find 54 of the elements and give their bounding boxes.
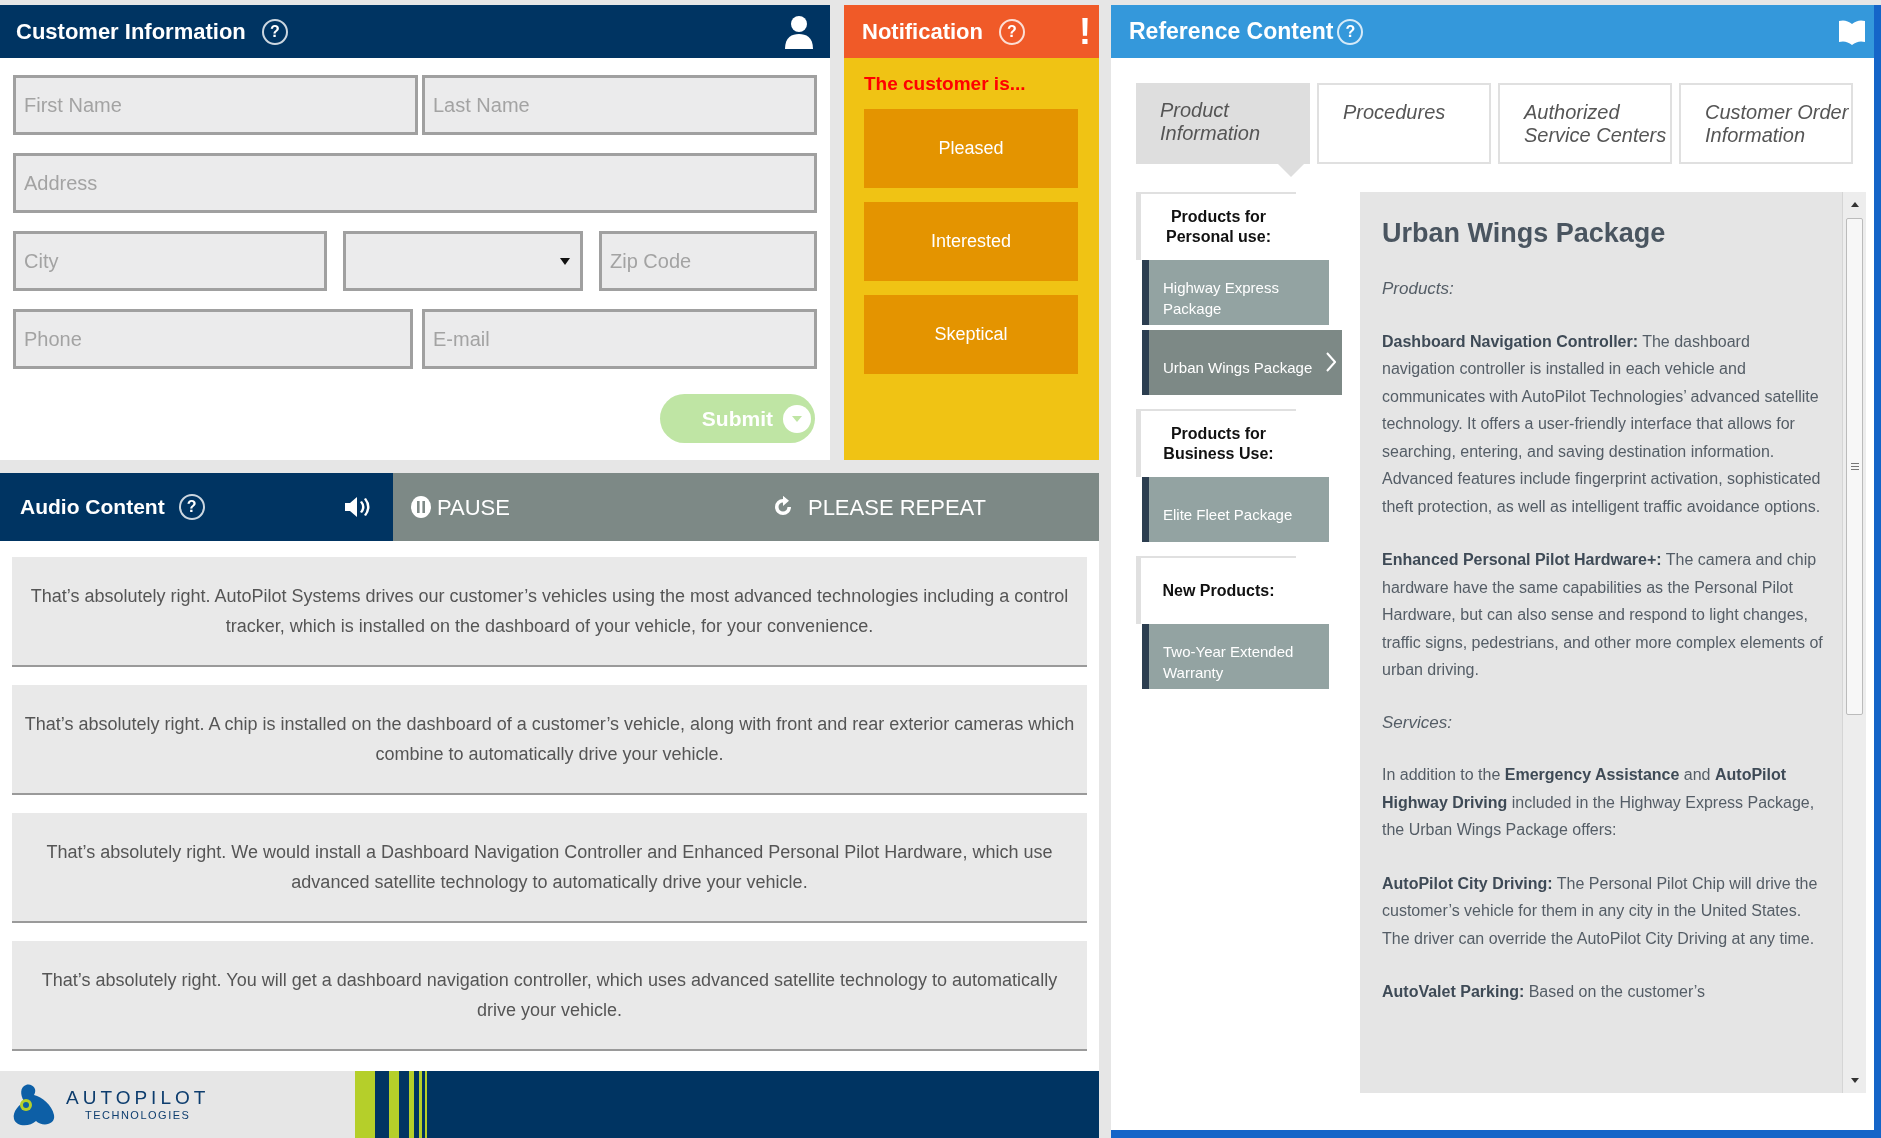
notification-prompt: The customer is... [863, 72, 1027, 96]
paragraph: Dashboard Navigation Controller: The dashboard navigation controller is installed in each vehicle and communicates with AutoPilot Technologies’ advanced satellite technology. It offers a user-friendly interface that allows for searching, entering, and saving destination information. Advanced features include fingerprint activation, sophisticated theft protection, as well as intelligent traffic avoidance options. [1382, 331, 1822, 517]
sidebar-item[interactable]: Elite Fleet Package [1142, 477, 1329, 542]
sidebar-item[interactable]: Highway Express Package [1142, 260, 1329, 325]
paragraph: AutoPilot City Driving: The Personal Pilot Chip will drive the customer’s vehicle for them in any city in the United States. The driver can override the AutoPilot City Driving at any time. [1382, 873, 1819, 949]
help-icon[interactable]: ? [178, 494, 205, 520]
help-icon[interactable]: ? [261, 18, 288, 45]
repeat-button[interactable]: PLEASE REPEAT [771, 490, 987, 524]
input-field[interactable]: Address [13, 153, 817, 213]
sentiment-button[interactable]: Interested [864, 201, 1078, 281]
input-field[interactable]: First Name [13, 75, 418, 135]
tab[interactable]: Product Information [1136, 83, 1310, 164]
sidebar-item[interactable]: Two-Year Extended Warranty [1142, 624, 1329, 689]
paragraph: In addition to the Emergency Assistance and AutoPilot Highway Driving included in the Highway Express Package, the Urban Wings Package offers: [1382, 765, 1816, 840]
tab[interactable]: Authorized Service Centers [1498, 83, 1672, 164]
pause-icon [411, 496, 431, 518]
sentiment-button[interactable]: Pleased [864, 108, 1078, 188]
input-field[interactable]: Last Name [422, 75, 817, 135]
input-field[interactable]: E-mail [422, 309, 817, 369]
paragraph: AutoValet Parking: Based on the customer’s [1382, 982, 1707, 1002]
caret-icon [783, 404, 811, 433]
panel-title: Notification [862, 18, 983, 46]
input-field[interactable]: Phone [13, 309, 413, 369]
response-option[interactable]: That’s absolutely right. We would install a Dashboard Navigation Controller and Enhanced Personal Pilot Hardware, which use advanced satellite technology to automatically drive your vehicle. [12, 813, 1087, 923]
logo-subtext: TECHNOLOGIES [84, 1110, 191, 1121]
tab[interactable]: Customer Order Information [1679, 83, 1853, 164]
response-option[interactable]: That’s absolutely right. AutoPilot Systems drives our customer’s vehicles using the most advanced technologies including a control tracker, which is installed on the dashboard of your vehicle, for your convenience. [12, 557, 1087, 667]
panel-title: Audio Content [20, 494, 165, 521]
scroll-thumb[interactable] [1846, 218, 1863, 715]
person-icon[interactable] [784, 14, 814, 49]
panel-title: Customer Information [16, 18, 246, 46]
scrollbar[interactable] [1842, 192, 1866, 1093]
panel-title: Reference Content [1129, 17, 1334, 47]
caret-icon [560, 257, 570, 265]
sentiment-button[interactable]: Skeptical [864, 294, 1078, 374]
response-option[interactable]: That’s absolutely right. A chip is installed on the dashboard of a customer’s vehicle, along with front and rear exterior cameras which combine to automatically drive your vehicle. [12, 685, 1087, 795]
speaker-icon[interactable] [345, 496, 371, 518]
logo-text: AUTOPILOT [66, 1088, 210, 1107]
input-field[interactable]: Zip Code [599, 231, 817, 291]
alert-icon: ! [1079, 13, 1091, 50]
input-field[interactable]: City [13, 231, 327, 291]
pause-button[interactable]: PAUSE [411, 490, 510, 524]
logo-icon [12, 1082, 56, 1127]
section-label: Services: [1382, 711, 1453, 734]
section-label: Products: [1382, 278, 1455, 300]
help-icon[interactable]: ? [1337, 18, 1364, 45]
help-icon[interactable]: ? [999, 18, 1025, 45]
paragraph: Enhanced Personal Pilot Hardware+: The camera and chip hardware have the same capabilities as the Personal Pilot Hardware, but can also sense and respond to light changes, traffic signs, pedestrians, and other more complex elements of urban driving. [1382, 550, 1824, 680]
sidebar-item[interactable]: Urban Wings Package [1142, 330, 1342, 395]
response-option[interactable]: That’s absolutely right. You will get a dashboard navigation controller, which uses advanced satellite technology to automatically drive your vehicle. [12, 941, 1087, 1051]
book-icon[interactable] [1838, 17, 1866, 46]
tab[interactable]: Procedures [1317, 83, 1491, 164]
chevron-icon [1326, 352, 1336, 372]
article-title: Urban Wings Package [1382, 217, 1667, 250]
